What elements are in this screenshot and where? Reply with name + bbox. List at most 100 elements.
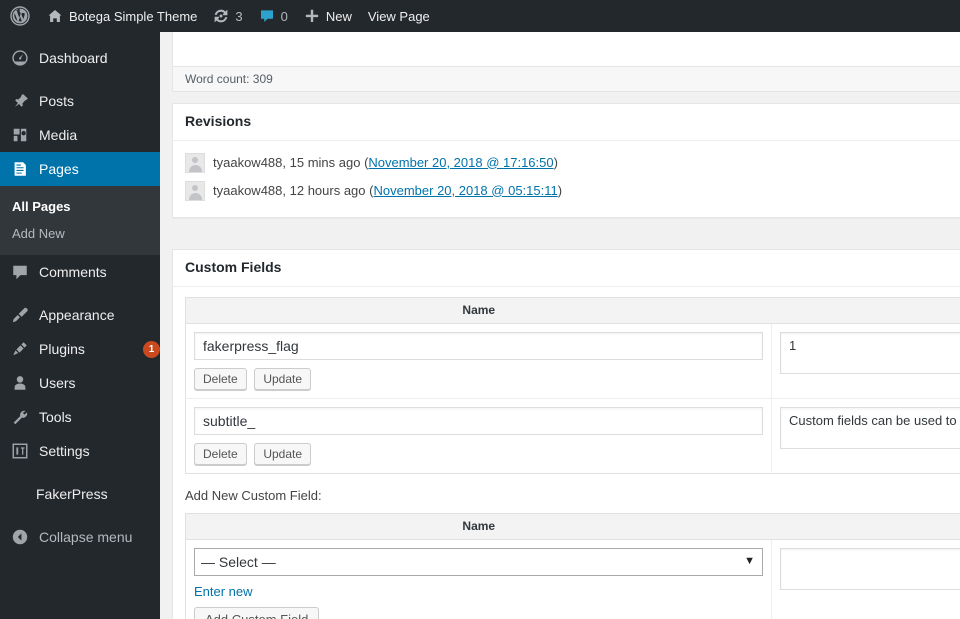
- updates-count: 3: [235, 8, 243, 24]
- admin-sidebar: Dashboard Posts Media Pages All Pages Ad…: [0, 32, 168, 619]
- custom-field-name-input[interactable]: [194, 406, 763, 435]
- revision-paren-open: (: [365, 182, 374, 198]
- sidebar-item-label: Tools: [39, 409, 72, 425]
- custom-field-actions: Delete Update: [194, 442, 763, 465]
- custom-field-value-cell: Custom fields can be used to add extra m…: [771, 398, 960, 474]
- dashboard-icon: [10, 48, 30, 68]
- custom-field-name-select[interactable]: — Select —: [194, 547, 763, 576]
- update-button[interactable]: Update: [254, 442, 312, 465]
- add-custom-field-value-cell: [771, 539, 960, 619]
- custom-field-name-cell: Delete Update: [186, 323, 772, 398]
- add-custom-field-actions: Add Custom Field: [194, 606, 763, 619]
- revisions-body: tyaakow488 , 15 mins ago ( November 20, …: [173, 141, 960, 217]
- add-custom-field-header-row: Name: [185, 513, 960, 540]
- sidebar-item-add-new-page[interactable]: Add New: [0, 220, 160, 247]
- sidebar-item-label: Appearance: [39, 307, 115, 323]
- revision-paren-open: (: [360, 154, 369, 170]
- custom-fields-title: Custom Fields: [173, 250, 960, 287]
- custom-fields-body: Name Delete Update 1: [173, 296, 960, 619]
- custom-fields-name-column-header: Name: [185, 297, 772, 324]
- site-name-label: Botega Simple Theme: [69, 8, 198, 24]
- collapse-menu-label: Collapse menu: [39, 529, 133, 545]
- table-row: — Select — ▼ Enter new Add Custom Field: [186, 539, 960, 619]
- plugins-update-badge: 1: [143, 340, 160, 358]
- sidebar-item-label: Comments: [39, 264, 107, 280]
- revision-when: 15 mins ago: [289, 154, 361, 170]
- wordpress-logo-button[interactable]: [0, 0, 39, 32]
- revision-item: tyaakow488 , 12 hours ago ( November 20,…: [185, 177, 960, 205]
- menu-spacer-4: [0, 511, 160, 520]
- sidebar-item-label: FakerPress: [36, 486, 108, 502]
- delete-button[interactable]: Delete: [194, 442, 247, 465]
- appearance-brush-icon: [10, 305, 30, 325]
- plus-icon: [304, 8, 320, 24]
- sidebar-item-media[interactable]: Media: [0, 118, 160, 152]
- table-row: Delete Update Custom fields can be used …: [186, 398, 960, 474]
- updates-menu[interactable]: 3: [205, 0, 250, 32]
- revision-paren-close: ): [557, 182, 563, 198]
- new-content-menu[interactable]: New: [296, 0, 360, 32]
- revision-paren-close: ): [553, 154, 558, 170]
- sidebar-item-label: Posts: [39, 93, 75, 109]
- word-count-label: Word count: 309: [185, 72, 273, 86]
- home-icon: [47, 8, 63, 24]
- revision-item: tyaakow488 , 15 mins ago ( November 20, …: [185, 149, 960, 177]
- custom-field-name-cell: Delete Update: [186, 398, 772, 473]
- delete-button[interactable]: Delete: [194, 367, 247, 390]
- sidebar-item-tools[interactable]: Tools: [0, 400, 160, 434]
- custom-fields-header-row: Name: [185, 297, 960, 324]
- custom-field-value-textarea[interactable]: Custom fields can be used to add extra m…: [780, 406, 960, 449]
- menu-spacer-1: [0, 75, 160, 84]
- sidebar-item-posts[interactable]: Posts: [0, 84, 160, 118]
- comment-icon: [10, 262, 30, 282]
- comments-menu[interactable]: 0: [251, 0, 296, 32]
- revisions-title: Revisions: [173, 104, 960, 141]
- sidebar-item-all-pages[interactable]: All Pages: [0, 193, 160, 220]
- custom-field-value-textarea[interactable]: 1: [780, 331, 960, 374]
- sidebar-item-plugins[interactable]: Plugins 1: [0, 332, 160, 366]
- sidebar-item-dashboard[interactable]: Dashboard: [0, 41, 160, 75]
- sidebar-item-users[interactable]: Users: [0, 366, 160, 400]
- revision-sep: ,: [282, 154, 290, 170]
- comments-count: 0: [280, 8, 288, 24]
- menu-spacer-2: [0, 289, 160, 298]
- add-custom-field-button[interactable]: Add Custom Field: [194, 606, 320, 619]
- pages-icon: [10, 159, 30, 179]
- update-button[interactable]: Update: [254, 367, 312, 390]
- menu-spacer-3: [0, 468, 160, 477]
- admin-bar: Botega Simple Theme 3 0 New View Page: [0, 0, 960, 32]
- site-name-menu[interactable]: Botega Simple Theme: [39, 0, 205, 32]
- custom-field-name-input[interactable]: [194, 331, 763, 360]
- add-custom-field-value-textarea[interactable]: [780, 547, 960, 590]
- custom-fields-value-column-header: [771, 297, 960, 324]
- users-icon: [10, 373, 30, 393]
- sidebar-item-label: Settings: [39, 443, 90, 459]
- sidebar-item-pages[interactable]: Pages: [0, 152, 168, 186]
- sidebar-item-fakerpress[interactable]: FakerPress: [0, 477, 160, 511]
- media-icon: [10, 125, 30, 145]
- avatar: [185, 180, 205, 201]
- avatar: [185, 152, 205, 173]
- sidebar-item-label: Users: [39, 375, 76, 391]
- revision-when: 12 hours ago: [289, 182, 366, 198]
- custom-field-select-wrapper: — Select — ▼: [194, 547, 763, 576]
- pin-icon: [10, 91, 30, 111]
- view-page-link[interactable]: View Page: [360, 0, 438, 32]
- new-content-label: New: [325, 8, 352, 24]
- custom-field-actions: Delete Update: [194, 367, 763, 390]
- revisions-panel: Revisions tyaakow488 , 15 mins ago ( Nov…: [172, 103, 960, 218]
- custom-field-value-cell: 1: [771, 323, 960, 399]
- add-new-custom-field-label: Add New Custom Field:: [185, 487, 322, 503]
- main-content: Word count: 309 Revisions tyaakow488 , 1…: [160, 32, 960, 619]
- wordpress-logo-icon: [10, 6, 30, 26]
- sidebar-item-settings[interactable]: Settings: [0, 434, 160, 468]
- revision-sep: ,: [282, 182, 290, 198]
- sidebar-item-appearance[interactable]: Appearance: [0, 298, 160, 332]
- editor-area-remnant: [172, 32, 960, 66]
- collapse-menu-button[interactable]: Collapse menu: [0, 520, 160, 554]
- enter-new-link[interactable]: Enter new: [194, 584, 253, 599]
- revision-date-link[interactable]: November 20, 2018 @ 17:16:50: [368, 153, 553, 173]
- sidebar-item-comments[interactable]: Comments: [0, 255, 160, 289]
- sidebar-item-label: Media: [39, 127, 78, 143]
- revision-date-link[interactable]: November 20, 2018 @ 05:15:11: [373, 181, 557, 201]
